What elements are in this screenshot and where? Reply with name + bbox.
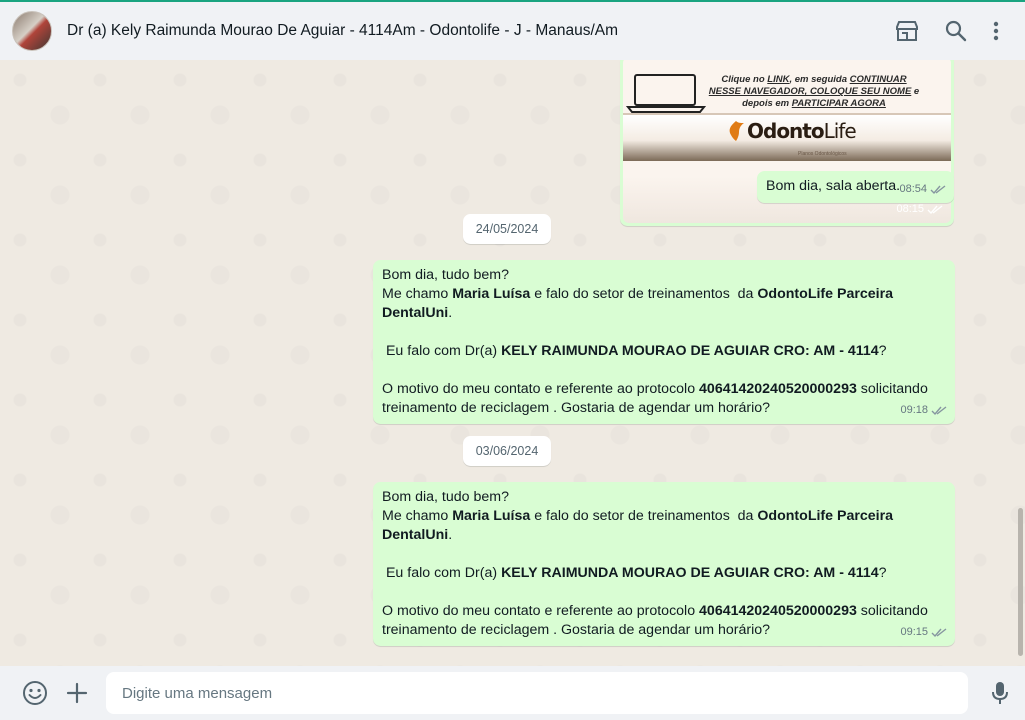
message-time: 08:54 [899, 183, 927, 195]
read-ticks-icon [931, 627, 947, 637]
read-ticks-icon [931, 405, 947, 415]
odontolife-logo: OdontoLife [727, 120, 857, 142]
emoji-icon[interactable] [22, 680, 48, 706]
message-text: Bom dia, tudo bem? Me chamo Maria Luísa … [382, 267, 932, 416]
message-input[interactable] [106, 672, 968, 714]
instruction-text: Clique no LINK, em seguida CONTINUAR NES… [708, 74, 920, 109]
message-text: Bom dia, tudo bem? Me chamo Maria Luísa … [382, 489, 932, 638]
laptop-icon [626, 74, 706, 113]
composer [0, 666, 1025, 720]
date-separator: 24/05/2024 [463, 214, 551, 244]
search-icon[interactable] [945, 20, 967, 42]
message-meta: 09:15 [900, 623, 947, 642]
header-actions [895, 20, 1013, 42]
message-list[interactable]: Clique no LINK, em seguida CONTINUAR NES… [0, 60, 1025, 666]
message-meta: 09:18 [900, 401, 947, 420]
catalog-icon[interactable] [895, 20, 919, 42]
logo-subtitle: Planos Odontológicos [798, 151, 847, 157]
contact-avatar[interactable] [12, 11, 52, 51]
outgoing-message[interactable]: Bom dia, tudo bem? Me chamo Maria Luísa … [373, 482, 955, 646]
outgoing-message[interactable]: Bom dia, tudo bem? Me chamo Maria Luísa … [373, 260, 955, 424]
outgoing-message[interactable]: Bom dia, sala aberta. 08:54 [757, 171, 954, 203]
message-meta: 08:54 [899, 180, 946, 199]
message-text: Bom dia, sala aberta. [766, 178, 901, 194]
read-ticks-icon [927, 204, 943, 214]
date-separator: 03/06/2024 [463, 436, 551, 466]
message-time: 09:18 [900, 404, 928, 416]
chat-header: Dr (a) Kely Raimunda Mourao De Aguiar - … [0, 0, 1025, 60]
attach-plus-icon[interactable] [66, 682, 88, 704]
read-ticks-icon [930, 184, 946, 194]
chat-scrollbar[interactable] [1018, 508, 1023, 656]
menu-icon[interactable] [993, 21, 999, 41]
message-time: 09:15 [900, 626, 928, 638]
microphone-icon[interactable] [991, 681, 1009, 705]
contact-name[interactable]: Dr (a) Kely Raimunda Mourao De Aguiar - … [67, 22, 618, 40]
logo-mark-icon [729, 121, 744, 141]
